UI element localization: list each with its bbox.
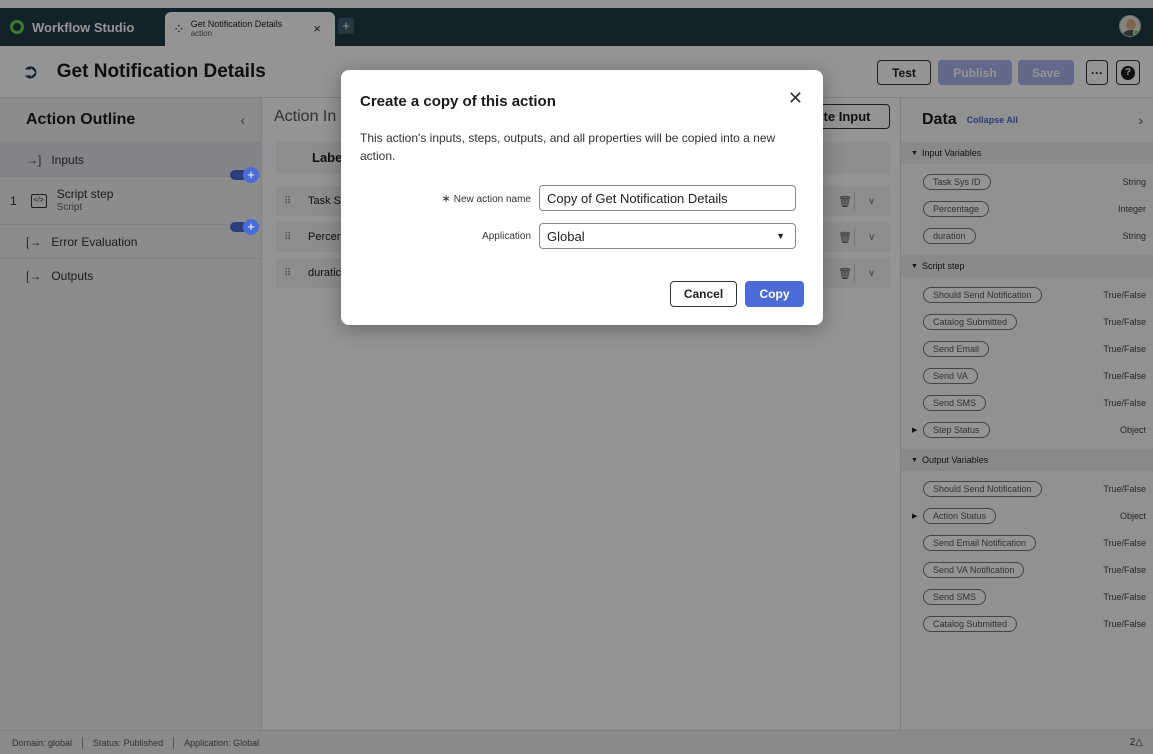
- cancel-button[interactable]: Cancel: [670, 281, 737, 307]
- copy-button[interactable]: Copy: [745, 281, 804, 307]
- application-select[interactable]: Global ▼: [539, 223, 796, 249]
- dialog-title: Create a copy of this action: [360, 93, 556, 110]
- new-action-name-field[interactable]: Copy of Get Notification Details: [539, 185, 796, 211]
- required-icon: ∗: [441, 192, 451, 205]
- application-row: Application Global ▼: [341, 223, 823, 249]
- add-step-button[interactable]: +: [243, 219, 259, 235]
- add-step-button[interactable]: +: [243, 167, 259, 183]
- copy-action-dialog: Create a copy of this action ✕ This acti…: [341, 70, 823, 325]
- new-action-name-label: New action name: [453, 193, 531, 205]
- caret-down-icon: ▼: [776, 231, 785, 241]
- application-label: Application: [482, 230, 531, 242]
- dialog-description: This action's inputs, steps, outputs, an…: [360, 131, 776, 163]
- close-icon[interactable]: ✕: [788, 88, 803, 109]
- new-action-name-row: ∗ New action name Copy of Get Notificatio…: [341, 185, 823, 211]
- new-action-name-value: Copy of Get Notification Details: [547, 190, 728, 206]
- application-value: Global: [547, 228, 585, 244]
